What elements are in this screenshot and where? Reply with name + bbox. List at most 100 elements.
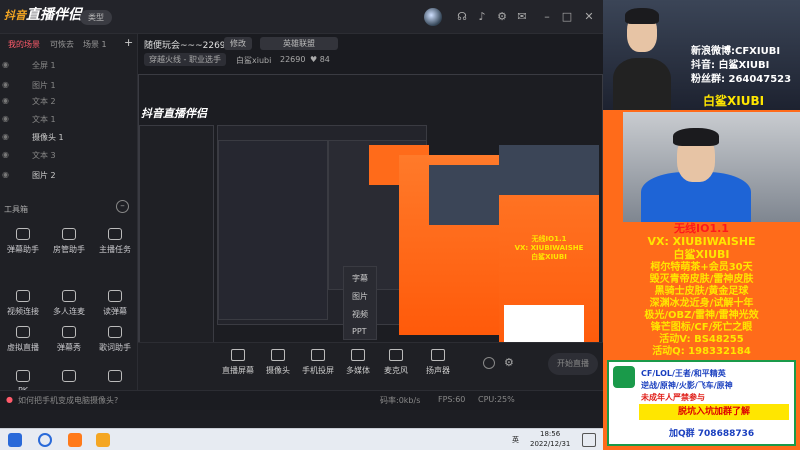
ad-line: 脱坑入坑加群了解	[639, 404, 789, 420]
room-title: 随便玩会~~~22690	[144, 41, 232, 51]
clock-time[interactable]: 18:56	[540, 430, 560, 438]
promo-line: 柯尔特萌茶+会员30天	[650, 262, 753, 273]
mic-group-icon	[62, 290, 76, 302]
minimize-icon[interactable]: –	[540, 10, 554, 24]
fps-label: FPS:60	[438, 395, 466, 404]
admin-icon	[62, 228, 76, 240]
scene-panel: 我的场景 可恢去 场景 1 + ◉ 全屏 1 ◉ 图片 1 ◉ 文本 2 ◉ 文本 1 …	[0, 34, 138, 395]
nested-preview-inner	[218, 140, 328, 320]
eye-icon[interactable]: ◉	[2, 96, 11, 105]
room-id-label: 22690	[280, 55, 306, 64]
phone-cast-button[interactable]: 手机投屏	[298, 349, 338, 376]
torso	[613, 58, 671, 110]
eye-icon[interactable]: ◉	[2, 132, 11, 141]
clock-date[interactable]: 2022/12/31	[530, 440, 570, 448]
eye-icon[interactable]: ◉	[2, 170, 11, 179]
ime-indicator[interactable]: 英	[512, 435, 519, 445]
pk-icon	[16, 370, 30, 382]
bell-icon[interactable]: ♪	[475, 10, 489, 24]
category-tag[interactable]: 穿越火线 - 职业选手	[144, 53, 226, 66]
menu-item-subtitle[interactable]: 字幕	[352, 273, 368, 284]
eye-icon[interactable]: ◉	[2, 60, 11, 69]
virtual-live-button[interactable]: 虚拟直播	[0, 326, 46, 366]
ad-line: 加Q群 708688736	[669, 429, 755, 439]
danmu-helper-button[interactable]: 弹幕助手	[0, 228, 46, 268]
gear-icon[interactable]: ⚙	[495, 10, 509, 24]
headset-icon[interactable]: ☊	[455, 10, 469, 24]
start-menu-icon[interactable]	[8, 433, 22, 447]
promo-line: 活动V: BS48255	[659, 334, 744, 345]
app-icon[interactable]	[96, 433, 110, 447]
lyrics-helper-button[interactable]: 歌词助手	[92, 326, 138, 366]
hair	[625, 8, 659, 24]
eye-icon[interactable]: ◉	[2, 114, 11, 123]
windows-taskbar: 英 18:56 2022/12/31	[0, 428, 603, 450]
help-tip-link[interactable]: 如何把手机变成电脑摄像头?	[18, 395, 118, 406]
ad-line: 逆战/原神/火影/飞车/原神	[641, 381, 733, 390]
multi-mic-button[interactable]: 多人连麦	[46, 290, 92, 330]
scene-item[interactable]: ◉ 图片 2	[0, 164, 138, 186]
ad-line: CF/LOL/王者/和平精英	[641, 369, 726, 378]
maximize-icon[interactable]: □	[560, 10, 574, 24]
menu-item-video[interactable]: 视频	[352, 309, 368, 320]
eye-icon[interactable]: ◉	[2, 80, 11, 89]
scene-item[interactable]: ◉ 全屏 1	[0, 54, 138, 76]
nested-cam-right	[499, 145, 599, 195]
fans-icon: ♥	[310, 55, 320, 64]
fans-group-label: 粉丝群: 264047523	[691, 74, 792, 85]
scene-item[interactable]: ◉ 文本 3	[0, 144, 138, 166]
gear-icon[interactable]: ⚙	[504, 357, 516, 369]
danmu-show-button[interactable]: 弹幕秀	[46, 326, 92, 366]
source-toolbar: 直播屏幕 摄像头 手机投屏 多媒体 麦克风 扬声器 ⚙ 开始直播	[138, 342, 603, 390]
ad-line: 未成年人严禁参与	[641, 393, 705, 402]
speaker-button[interactable]: 扬声器	[418, 349, 458, 376]
streamer-task-button[interactable]: 主播任务	[92, 228, 138, 268]
app-icon[interactable]	[68, 433, 82, 447]
edit-title-button[interactable]: 修改	[224, 37, 252, 50]
fans-count: ♥ 84	[310, 55, 330, 64]
cpu-label: CPU:25%	[478, 395, 515, 404]
hair	[673, 128, 719, 146]
promo-line: 黑骑士皮肤/黄金足球	[654, 286, 749, 297]
media-button[interactable]: 多媒体	[338, 349, 378, 376]
eye-icon[interactable]: ◉	[2, 150, 11, 159]
notification-icon[interactable]	[582, 433, 596, 447]
type-dropdown[interactable]: 类型	[80, 10, 112, 25]
tab-scene-1[interactable]: 场景 1	[83, 39, 107, 50]
tab-recoverable[interactable]: 可恢去	[50, 39, 74, 50]
stream-overlay: 新浪微博:CFXIUBI 抖音: 白鲨XIUBI 粉丝群: 264047523 …	[603, 0, 800, 450]
microphone-button[interactable]: 麦克风	[376, 349, 416, 376]
chat-icon[interactable]: ✉	[515, 10, 529, 24]
app-logo: 抖音直播伴侣	[4, 7, 82, 23]
main-camera-feed	[623, 112, 800, 222]
preview-canvas[interactable]: 随便玩会~~~22690 修改 英雄联盟 穿越火线 - 职业选手 白鲨xiubi…	[138, 34, 603, 390]
menu-item-ppt[interactable]: PPT	[352, 327, 367, 336]
video-link-button[interactable]: 视频连接	[0, 290, 46, 330]
camera-button[interactable]: 摄像头	[258, 349, 298, 376]
show-icon	[62, 326, 76, 338]
help-icon: ●	[6, 395, 13, 404]
collapse-icon[interactable]: –	[116, 200, 129, 213]
lyrics-icon	[108, 326, 122, 338]
close-icon[interactable]: ✕	[582, 10, 596, 24]
read-icon	[108, 290, 122, 302]
mode-icon[interactable]	[483, 357, 495, 369]
category-select[interactable]: 英雄联盟	[260, 37, 338, 50]
mic-icon	[389, 349, 403, 361]
read-danmu-button[interactable]: 读弹幕	[92, 290, 138, 330]
add-scene-button[interactable]: +	[124, 36, 133, 49]
ad-logo-icon	[613, 366, 635, 388]
screen-capture-button[interactable]: 直播屏幕	[218, 349, 258, 376]
avatar[interactable]	[424, 8, 442, 26]
live-companion-window: 抖音直播伴侣 类型 ☊ ♪ ⚙ ✉ – □ ✕ 我的场景 可恢去 场景 1 + …	[0, 0, 603, 428]
tab-my-scenes[interactable]: 我的场景	[8, 39, 40, 50]
room-admin-button[interactable]: 房管助手	[46, 228, 92, 268]
weibo-label: 新浪微博:CFXIUBI	[691, 46, 781, 57]
play-icon	[351, 349, 365, 361]
search-icon[interactable]	[38, 433, 52, 447]
download-icon	[62, 370, 76, 382]
douyin-label: 抖音: 白鲨XIUBI	[691, 60, 770, 71]
menu-item-image[interactable]: 图片	[352, 291, 368, 302]
start-live-button[interactable]: 开始直播	[548, 353, 598, 375]
toolbox-title: 工具箱	[4, 205, 28, 214]
